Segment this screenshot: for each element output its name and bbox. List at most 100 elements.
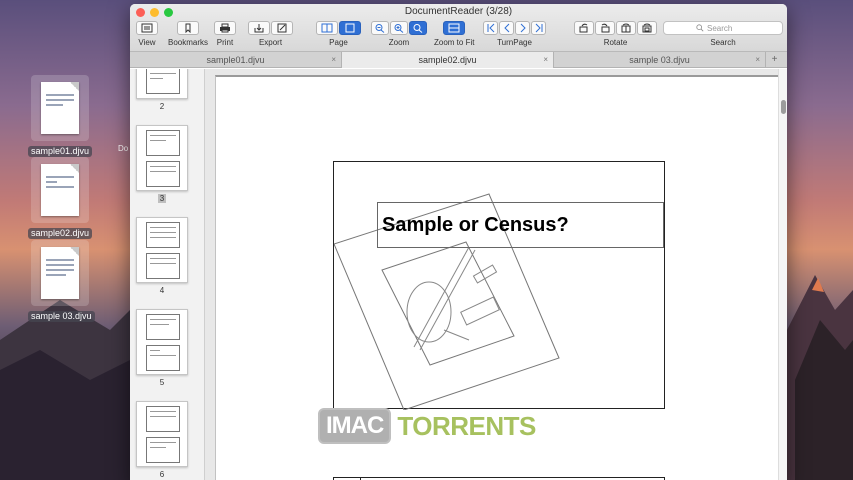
- bookmarks-button[interactable]: [177, 21, 199, 35]
- watermark-text: TORRENTS: [397, 410, 536, 441]
- slide-frame: Sample or Census?: [333, 161, 665, 410]
- export-label: Export: [258, 38, 283, 47]
- thumbnail-page-5[interactable]: 5: [136, 309, 188, 387]
- search-input[interactable]: Search: [663, 21, 783, 35]
- tab-sample02[interactable]: sample02.djvu ×: [342, 52, 554, 68]
- page-label: Page: [329, 38, 348, 47]
- tab-close-icon[interactable]: ×: [755, 52, 760, 68]
- desktop-file-label: sample02.djvu: [28, 228, 93, 239]
- zoom-out-icon: [375, 24, 385, 33]
- previous-page-button[interactable]: [499, 21, 514, 35]
- tab-sample01[interactable]: sample01.djvu ×: [130, 52, 342, 68]
- zoom-actual-icon: [413, 24, 423, 33]
- zoom-in-icon: [394, 24, 404, 33]
- thumbnail-page-6[interactable]: 6: [136, 401, 188, 479]
- window-title: DocumentReader (3/28): [404, 6, 513, 17]
- toolbar-search: Search Search: [663, 21, 783, 47]
- thumbnail-image: [136, 69, 188, 99]
- slide-illustration: [334, 193, 560, 410]
- tab-sample03[interactable]: sample 03.djvu ×: [554, 52, 766, 68]
- export-edit-button[interactable]: [271, 21, 293, 35]
- rotate-right-button[interactable]: [595, 21, 615, 35]
- thumbnail-number: 5: [159, 378, 165, 387]
- toolbar-print: Print: [214, 21, 236, 47]
- printer-icon: [220, 23, 230, 33]
- toolbar-bookmarks: Bookmarks: [168, 21, 208, 47]
- thumbnail-page-2[interactable]: 2: [136, 69, 188, 111]
- page-double-button[interactable]: [316, 21, 338, 35]
- tab-label: sample02.djvu: [418, 55, 477, 65]
- fit-icon: [448, 23, 460, 33]
- zoom-out-button[interactable]: [371, 21, 389, 35]
- desktop-file-sample03[interactable]: sample 03.djvu: [28, 240, 95, 324]
- new-tab-button[interactable]: +: [766, 52, 783, 68]
- rotate-right-icon: [601, 23, 610, 33]
- rotate-left-icon: [579, 23, 588, 33]
- page-single-button[interactable]: [339, 21, 361, 35]
- toolbar-rotate: Rotate: [574, 21, 657, 47]
- viewer-scrollbar[interactable]: [778, 69, 787, 480]
- thumbnail-image: [136, 217, 188, 283]
- tab-close-icon[interactable]: ×: [543, 52, 548, 68]
- document-icon: [41, 247, 79, 299]
- export-icon: [254, 24, 264, 33]
- tab-close-icon[interactable]: ×: [331, 52, 336, 68]
- slide-title: Sample or Census?: [377, 202, 664, 248]
- two-page-icon: [321, 23, 333, 33]
- turnpage-label: TurnPage: [497, 38, 532, 47]
- next-page-button[interactable]: [515, 21, 530, 35]
- thumbnail-image: [136, 401, 188, 467]
- edit-icon: [277, 23, 287, 33]
- search-icon: [696, 24, 704, 32]
- print-label: Print: [216, 38, 234, 47]
- zoom-actual-button[interactable]: [409, 21, 427, 35]
- first-page-button[interactable]: [483, 21, 498, 35]
- toolbar-export: Export: [248, 21, 293, 47]
- toolbar-zoom: Zoom: [371, 21, 427, 47]
- thumbnail-image: [136, 309, 188, 375]
- thumbnail-page-4[interactable]: 4: [136, 217, 188, 295]
- single-page-icon: [345, 23, 355, 33]
- rotate-left-button[interactable]: [574, 21, 594, 35]
- toolbar: DocumentReader (3/28) View Bookmarks Pri…: [130, 4, 787, 52]
- scrollbar-knob[interactable]: [781, 100, 786, 114]
- watermark: IMAC TORRENTS: [318, 408, 536, 444]
- document-icon: [41, 82, 79, 134]
- thumbnail-sidebar: 2 3 4 5 6: [130, 69, 205, 480]
- desktop-file-sample01[interactable]: sample01.djvu: [28, 75, 93, 159]
- search-placeholder: Search: [707, 23, 733, 33]
- toolbar-zoom-to-fit: Zoom to Fit: [434, 21, 474, 47]
- thumbnail-page-3[interactable]: 3: [132, 121, 192, 203]
- desktop-file-sample02[interactable]: sample02.djvu: [28, 157, 93, 241]
- thumbnail-number: 2: [159, 102, 165, 111]
- chevron-left-icon: [503, 23, 509, 33]
- zoom-label: Zoom: [388, 38, 410, 47]
- search-label: Search: [710, 38, 736, 47]
- rotate-page-left-icon: [621, 23, 631, 33]
- document-icon: [41, 164, 79, 216]
- last-page-icon: [535, 23, 542, 33]
- desktop-partial-label: Do: [118, 144, 129, 153]
- last-page-button[interactable]: [531, 21, 546, 35]
- desktop-file-label: sample01.djvu: [28, 146, 93, 157]
- watermark-logo: IMAC: [318, 408, 392, 444]
- view-button[interactable]: [136, 21, 158, 35]
- tab-label: sample01.djvu: [206, 55, 265, 65]
- zoom-in-button[interactable]: [390, 21, 408, 35]
- rotate-page-right-button[interactable]: [637, 21, 657, 35]
- toolbar-turnpage: TurnPage: [483, 21, 546, 47]
- thumbnail-number: 4: [159, 286, 165, 295]
- export-button[interactable]: [248, 21, 270, 35]
- zoom-to-fit-label: Zoom to Fit: [434, 38, 475, 47]
- toolbar-view: View: [136, 21, 158, 47]
- rotate-page-right-icon: [642, 23, 652, 33]
- thumbnail-image: [136, 125, 188, 191]
- sidebar-icon: [141, 23, 153, 33]
- first-page-icon: [487, 23, 494, 33]
- view-label: View: [138, 38, 156, 47]
- thumbnail-number: 6: [159, 470, 165, 479]
- toolbar-page: Page: [316, 21, 361, 47]
- print-button[interactable]: [214, 21, 236, 35]
- zoom-to-fit-button[interactable]: [443, 21, 466, 35]
- rotate-page-left-button[interactable]: [616, 21, 636, 35]
